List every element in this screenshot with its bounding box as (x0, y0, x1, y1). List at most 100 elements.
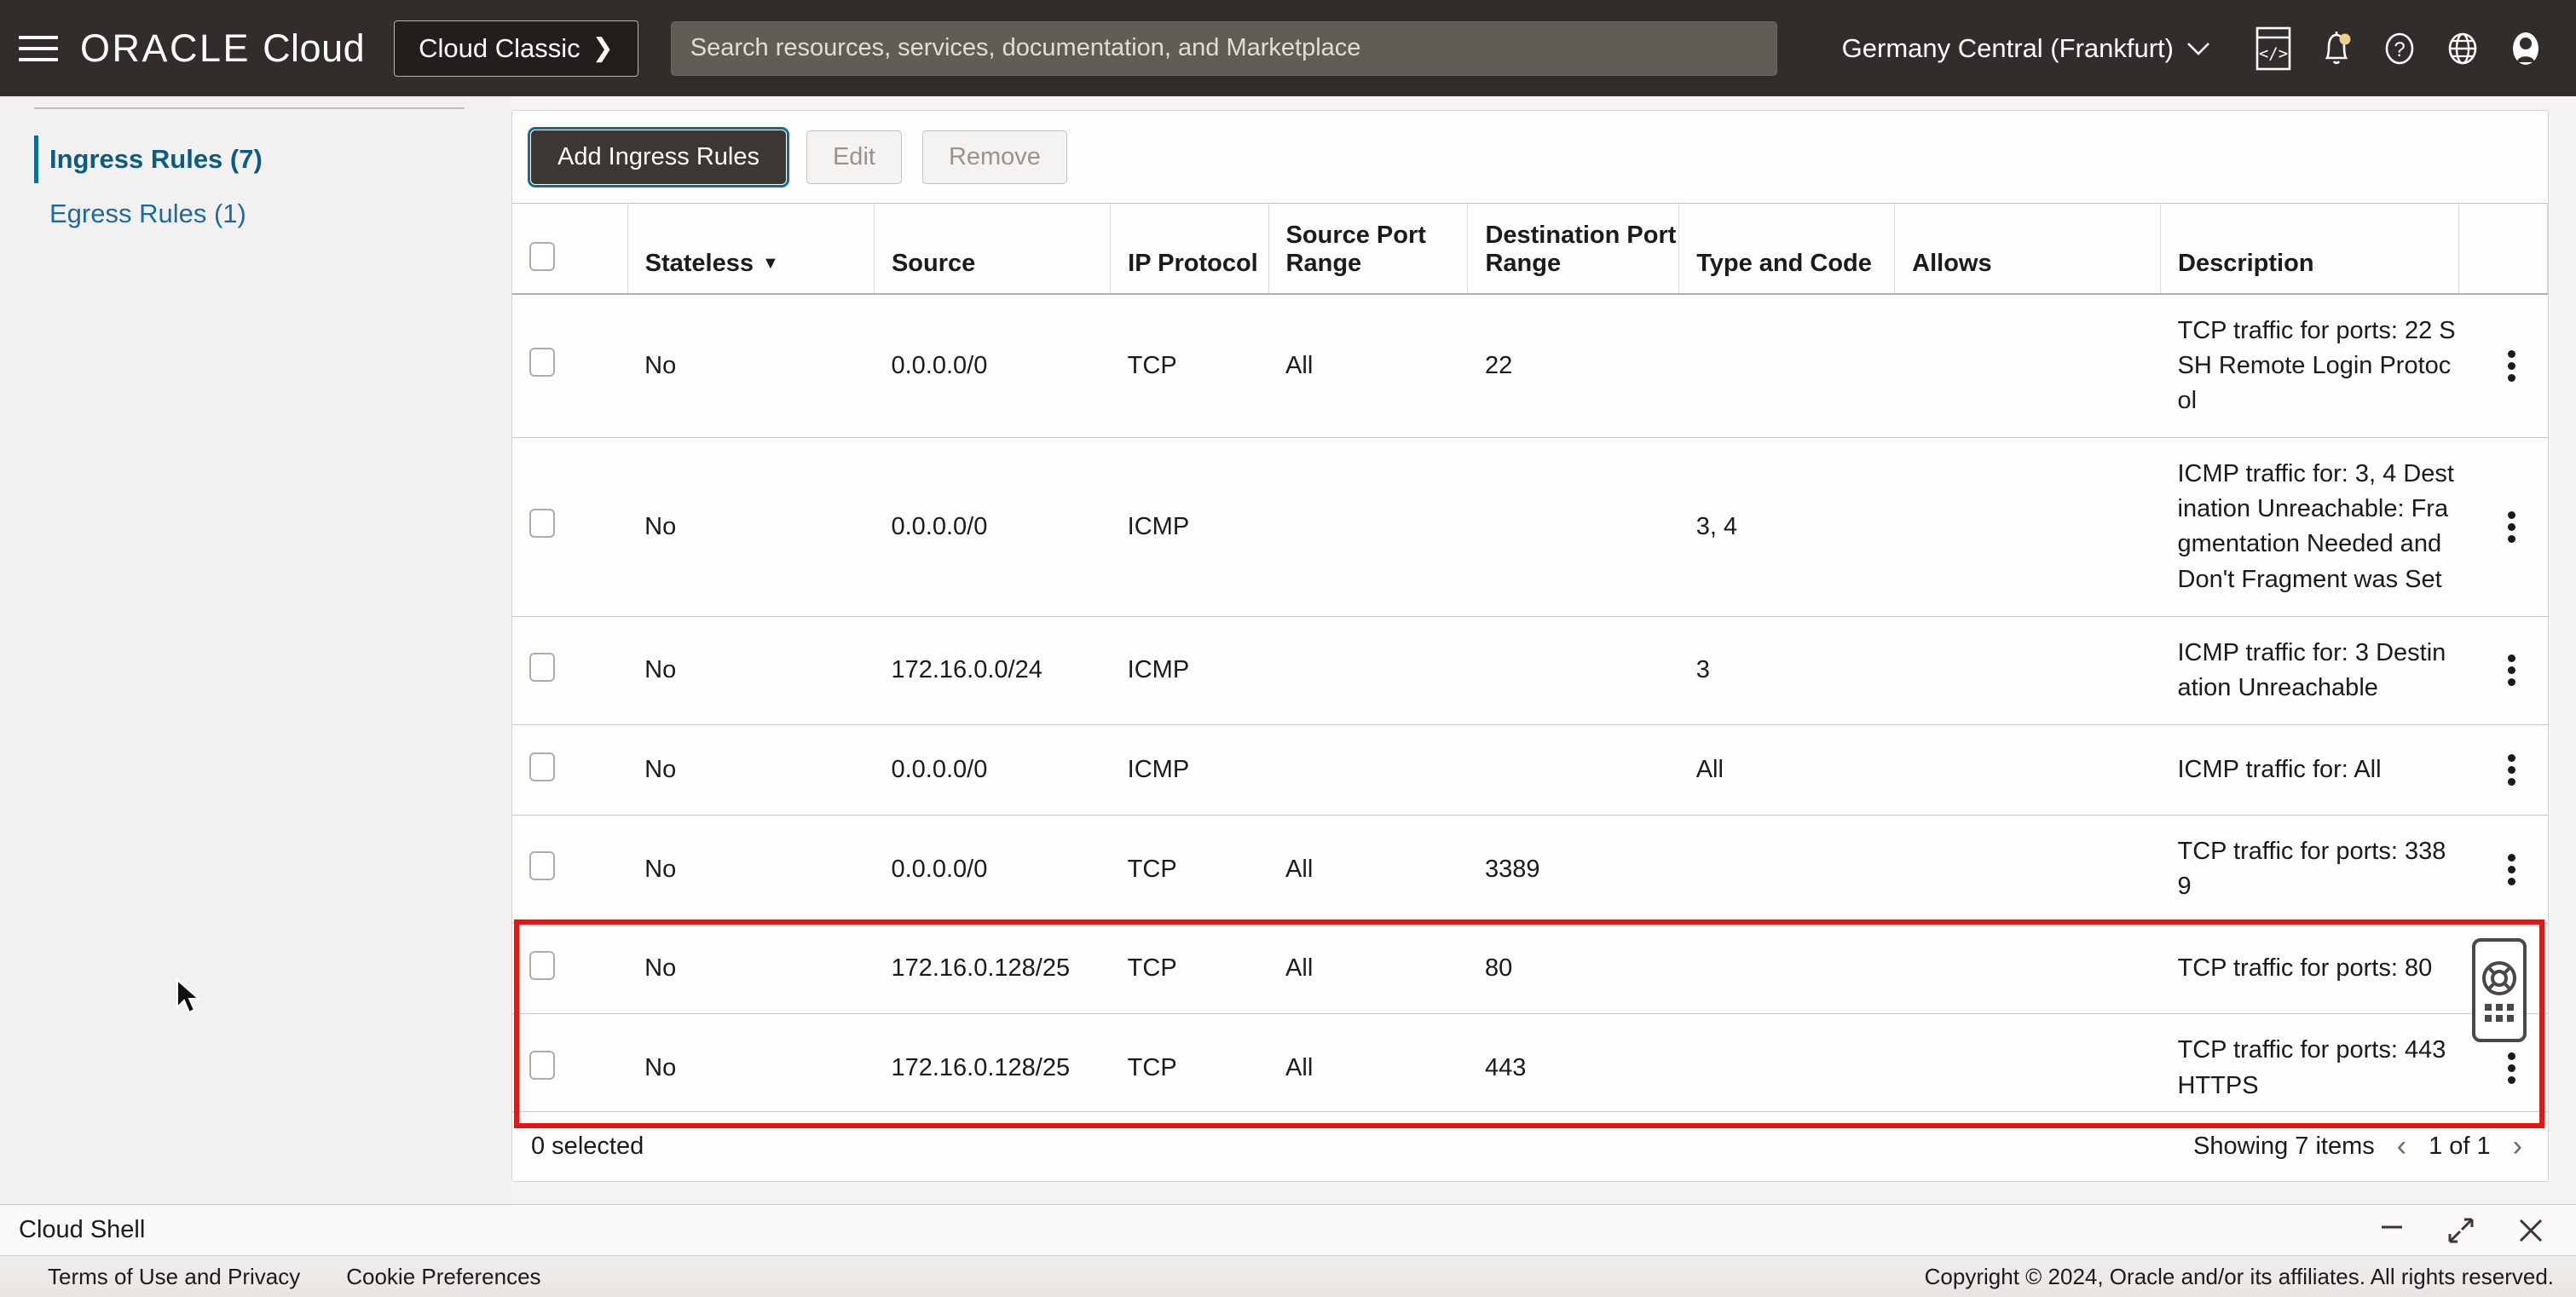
cloud-shell-actions (2378, 1216, 2576, 1245)
column-label: IP Protocol (1128, 250, 1258, 277)
cookie-preferences-link[interactable]: Cookie Preferences (346, 1264, 540, 1290)
table-row[interactable]: No0.0.0.0/0ICMPAllICMP traffic for: All (512, 725, 2548, 816)
sort-descending-icon: ▼ (762, 254, 779, 273)
sidebar-item-egress-rules[interactable]: Egress Rules (1) (0, 187, 511, 241)
table-header-row: Stateless▼ Source IP Protocol Source Por… (512, 204, 2548, 294)
column-header-source-port-range[interactable]: Source Port Range (1268, 204, 1468, 294)
cell-ip-protocol: TCP (1111, 816, 1268, 924)
sidebar-item-list: Ingress Rules (7) Egress Rules (1) (0, 132, 511, 241)
help-question-icon[interactable]: ? (2368, 17, 2431, 80)
svg-text:?: ? (2394, 38, 2405, 61)
row-checkbox[interactable] (529, 348, 555, 377)
sidebar-divider (34, 107, 465, 109)
table-row[interactable]: No0.0.0.0/0TCPAll22TCP traffic for ports… (512, 294, 2548, 438)
row-actions-menu-icon[interactable] (2458, 616, 2547, 724)
select-all-checkbox[interactable] (529, 242, 555, 271)
row-actions-menu-icon[interactable] (2458, 294, 2547, 438)
cell-destination-port-range: 22 (1468, 294, 1679, 438)
cell-ip-protocol: ICMP (1111, 616, 1268, 724)
hamburger-menu-icon[interactable] (19, 33, 58, 64)
row-select-cell (512, 294, 627, 438)
cell-ip-protocol: ICMP (1111, 725, 1268, 816)
row-select-cell (512, 1014, 627, 1122)
row-actions-menu-icon[interactable] (2458, 725, 2547, 816)
table-row[interactable]: No0.0.0.0/0TCPAll3389TCP traffic for por… (512, 816, 2548, 924)
row-actions-menu-icon[interactable] (2458, 816, 2547, 924)
sidebar-item-ingress-rules[interactable]: Ingress Rules (7) (0, 132, 511, 187)
page-body: Ingress Rules (7) Egress Rules (1) Add I… (0, 96, 2576, 1204)
cell-ip-protocol: TCP (1111, 1014, 1268, 1122)
cell-source: 0.0.0.0/0 (874, 816, 1110, 924)
previous-page-icon[interactable]: ‹ (2397, 1130, 2406, 1163)
svg-text:</>: </> (2259, 44, 2288, 63)
row-checkbox[interactable] (529, 752, 555, 781)
selected-count-label: 0 selected (512, 1133, 644, 1161)
column-header-stateless[interactable]: Stateless▼ (627, 204, 874, 294)
column-header-description[interactable]: Description (2161, 204, 2459, 294)
terms-of-use-link[interactable]: Terms of Use and Privacy (48, 1264, 300, 1290)
row-checkbox[interactable] (529, 1051, 555, 1080)
cloud-shell-title: Cloud Shell (0, 1216, 145, 1244)
column-label: Source Port Range (1286, 222, 1426, 277)
region-selector[interactable]: Germany Central (Frankfurt) (1842, 33, 2211, 64)
row-checkbox[interactable] (529, 509, 555, 538)
cell-source-port-range: All (1268, 816, 1468, 924)
nav-right-cluster: Germany Central (Frankfurt) </> ? (1842, 17, 2576, 80)
cell-stateless: No (627, 725, 874, 816)
cell-allows (1895, 438, 2161, 617)
add-ingress-rules-button[interactable]: Add Ingress Rules (531, 130, 786, 184)
cell-type-and-code: All (1679, 725, 1895, 816)
search-input[interactable] (671, 21, 1777, 76)
row-actions-menu-icon[interactable] (2458, 438, 2547, 617)
column-header-allows[interactable]: Allows (1895, 204, 2161, 294)
row-checkbox[interactable] (529, 951, 555, 980)
cell-type-and-code (1679, 816, 1895, 924)
life-preserver-icon (2481, 960, 2518, 997)
row-select-cell (512, 924, 627, 1014)
cell-stateless: No (627, 616, 874, 724)
column-header-ip-protocol[interactable]: IP Protocol (1111, 204, 1268, 294)
row-select-cell (512, 438, 627, 617)
table-row[interactable]: No172.16.0.128/25TCPAll80TCP traffic for… (512, 924, 2548, 1014)
cell-destination-port-range: 443 (1468, 1014, 1679, 1122)
language-globe-icon[interactable] (2431, 17, 2494, 80)
cell-destination-port-range (1468, 616, 1679, 724)
remove-button[interactable]: Remove (922, 130, 1067, 184)
table-footer: 0 selected Showing 7 items ‹ 1 of 1 › (512, 1111, 2548, 1181)
mouse-cursor-icon (175, 978, 204, 1017)
next-page-icon[interactable]: › (2513, 1130, 2522, 1163)
cloud-shell-icon[interactable]: </> (2242, 17, 2305, 80)
cell-allows (1895, 924, 2161, 1014)
drag-handle-dots[interactable] (2485, 1004, 2514, 1022)
rules-toolbar: Add Ingress Rules Edit Remove (512, 111, 2548, 203)
expand-icon[interactable] (2446, 1216, 2475, 1245)
rules-card: Add Ingress Rules Edit Remove (511, 110, 2549, 1182)
close-icon[interactable] (2516, 1216, 2545, 1245)
edit-button[interactable]: Edit (806, 130, 902, 184)
user-avatar-icon[interactable] (2494, 17, 2557, 80)
row-checkbox[interactable] (529, 851, 555, 880)
minimize-icon[interactable] (2378, 1217, 2406, 1244)
oracle-wordmark: ORACLE (80, 26, 251, 71)
table-row[interactable]: No172.16.0.128/25TCPAll443TCP traffic fo… (512, 1014, 2548, 1122)
copyright-text: Copyright © 2024, Oracle and/or its affi… (1925, 1264, 2576, 1290)
cell-type-and-code: 3, 4 (1679, 438, 1895, 617)
table-row[interactable]: No0.0.0.0/0ICMP3, 4ICMP traffic for: 3, … (512, 438, 2548, 617)
sidebar-item-label: Egress Rules (1) (49, 199, 246, 228)
column-label: Source (892, 250, 975, 277)
region-label: Germany Central (Frankfurt) (1842, 33, 2174, 64)
column-header-source[interactable]: Source (874, 204, 1110, 294)
column-header-destination-port-range[interactable]: Destination Port Range (1468, 204, 1679, 294)
select-all-header (512, 204, 627, 294)
notifications-bell-icon[interactable] (2305, 17, 2368, 80)
table-row[interactable]: No172.16.0.0/24ICMP3ICMP traffic for: 3 … (512, 616, 2548, 724)
cell-stateless: No (627, 438, 874, 617)
cell-type-and-code (1679, 924, 1895, 1014)
column-header-type-and-code[interactable]: Type and Code (1679, 204, 1895, 294)
cloud-shell-bar: Cloud Shell (0, 1204, 2576, 1255)
table-body: No0.0.0.0/0TCPAll22TCP traffic for ports… (512, 294, 2548, 1123)
support-help-widget[interactable] (2472, 938, 2527, 1042)
cloud-classic-button[interactable]: Cloud Classic ❯ (394, 20, 638, 77)
row-checkbox[interactable] (529, 653, 555, 682)
oracle-cloud-logo[interactable]: ORACLE Cloud (80, 26, 365, 71)
